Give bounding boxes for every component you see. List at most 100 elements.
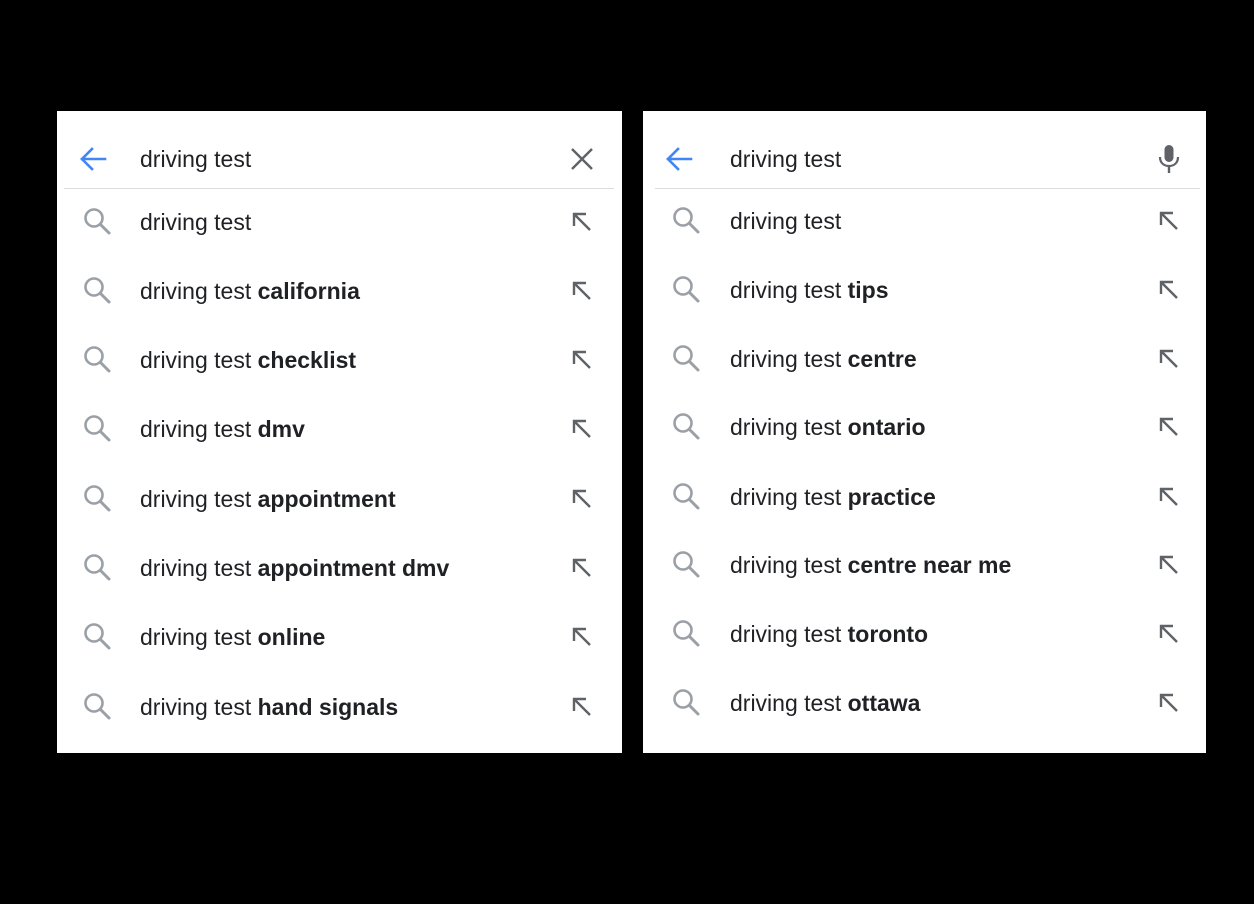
suggestion-prefix: driving test [140, 555, 258, 581]
arrow-left-icon [666, 147, 693, 171]
fill-query-button[interactable] [567, 622, 597, 652]
arrow-up-left-icon [572, 212, 591, 231]
arrow-up-left-icon [572, 627, 591, 646]
suggestion-text: driving test ontario [730, 412, 926, 442]
suggestion-prefix: driving test [730, 621, 848, 647]
suggestion-item[interactable]: driving test [57, 190, 622, 259]
suggestion-item[interactable]: driving test centre [643, 327, 1206, 396]
suggestion-prefix: driving test [140, 624, 258, 650]
suggestion-text: driving test california [140, 276, 360, 306]
arrow-up-left-icon [1159, 280, 1178, 299]
suggestion-item[interactable]: driving test ottawa [643, 671, 1206, 740]
suggestion-completion: checklist [257, 347, 357, 373]
suggestion-prefix: driving test [140, 416, 258, 442]
suggestion-completion: california [257, 278, 360, 304]
fill-query-button[interactable] [1154, 550, 1184, 580]
fill-query-button[interactable] [1154, 688, 1184, 718]
arrow-up-left-icon [572, 697, 591, 716]
suggestion-prefix: driving test [140, 486, 258, 512]
suggestion-text: driving test hand signals [140, 692, 398, 722]
divider [64, 188, 614, 189]
arrow-up-left-icon [1159, 349, 1178, 368]
suggestion-item[interactable]: driving test appointment dmv [57, 536, 622, 605]
suggestion-completion: centre near me [847, 552, 1012, 578]
suggestion-text: driving test dmv [140, 414, 305, 444]
fill-query-button[interactable] [1154, 206, 1184, 236]
arrow-up-left-icon [1159, 693, 1178, 712]
search-panel-left: driving test driving test driving test ca… [57, 111, 622, 753]
suggestion-item[interactable]: driving test online [57, 605, 622, 674]
close-icon [571, 148, 593, 170]
suggestion-item[interactable]: driving test appointment [57, 467, 622, 536]
suggestion-item[interactable]: driving test practice [643, 465, 1206, 534]
search-icon [673, 483, 700, 510]
suggestion-prefix: driving test [730, 208, 842, 234]
suggestion-completion: appointment dmv [257, 555, 450, 581]
fill-query-button[interactable] [567, 276, 597, 306]
search-bar: driving test [57, 111, 622, 189]
search-icon [84, 208, 111, 235]
arrow-up-left-icon [572, 489, 591, 508]
suggestion-item[interactable]: driving test checklist [57, 328, 622, 397]
search-icon [673, 345, 700, 372]
arrow-up-left-icon [572, 281, 591, 300]
arrow-up-left-icon [1159, 417, 1178, 436]
suggestion-completion: online [257, 624, 326, 650]
fill-query-button[interactable] [1154, 275, 1184, 305]
fill-query-button[interactable] [1154, 412, 1184, 442]
suggestion-item[interactable]: driving test hand signals [57, 675, 622, 744]
suggestion-text: driving test tips [730, 275, 889, 305]
fill-query-button[interactable] [1154, 344, 1184, 374]
arrow-up-left-icon [1159, 487, 1178, 506]
suggestion-text: driving test [730, 206, 841, 236]
suggestion-prefix: driving test [140, 347, 258, 373]
search-icon [673, 413, 700, 440]
suggestion-prefix: driving test [140, 694, 258, 720]
suggestion-prefix: driving test [730, 484, 848, 510]
suggestion-completion: ottawa [847, 690, 921, 716]
fill-query-button[interactable] [567, 414, 597, 444]
suggestion-prefix: driving test [730, 277, 848, 303]
search-icon [673, 551, 700, 578]
fill-query-button[interactable] [567, 345, 597, 375]
suggestion-completion: ontario [847, 414, 926, 440]
search-icon [84, 554, 111, 581]
suggestion-item[interactable]: driving test california [57, 259, 622, 328]
suggestion-item[interactable]: driving test toronto [643, 602, 1206, 671]
suggestion-item[interactable]: driving test tips [643, 258, 1206, 327]
search-icon [673, 207, 700, 234]
arrow-up-left-icon [1159, 624, 1178, 643]
voice-search-button[interactable] [1151, 141, 1187, 177]
back-button[interactable] [663, 144, 695, 174]
suggestion-completion: dmv [257, 416, 305, 442]
suggestion-text: driving test practice [730, 482, 936, 512]
search-input[interactable]: driving test [730, 144, 841, 174]
suggestion-completion: hand signals [257, 694, 399, 720]
suggestion-item[interactable]: driving test dmv [57, 397, 622, 466]
suggestion-item[interactable]: driving test [643, 189, 1206, 258]
arrow-up-left-icon [572, 350, 591, 369]
suggestion-completion: appointment [257, 486, 396, 512]
suggestion-item[interactable]: driving test ontario [643, 395, 1206, 464]
fill-query-button[interactable] [1154, 619, 1184, 649]
search-panel-right: driving test driving test driving test ti… [643, 111, 1206, 753]
fill-query-button[interactable] [567, 692, 597, 722]
suggestion-completion: toronto [847, 621, 929, 647]
fill-query-button[interactable] [1154, 482, 1184, 512]
suggestion-text: driving test online [140, 622, 325, 652]
suggestion-prefix: driving test [140, 278, 258, 304]
fill-query-button[interactable] [567, 484, 597, 514]
suggestion-completion: centre [847, 346, 917, 372]
arrow-left-icon [80, 147, 107, 171]
search-icon [673, 276, 700, 303]
fill-query-button[interactable] [567, 207, 597, 237]
search-icon [84, 415, 111, 442]
search-input[interactable]: driving test [140, 144, 251, 174]
suggestion-item[interactable]: driving test centre near me [643, 533, 1206, 602]
search-icon [84, 693, 111, 720]
back-button[interactable] [77, 144, 109, 174]
suggestion-text: driving test centre near me [730, 550, 1011, 580]
clear-button[interactable] [564, 141, 600, 177]
fill-query-button[interactable] [567, 553, 597, 583]
search-bar: driving test [643, 111, 1206, 189]
